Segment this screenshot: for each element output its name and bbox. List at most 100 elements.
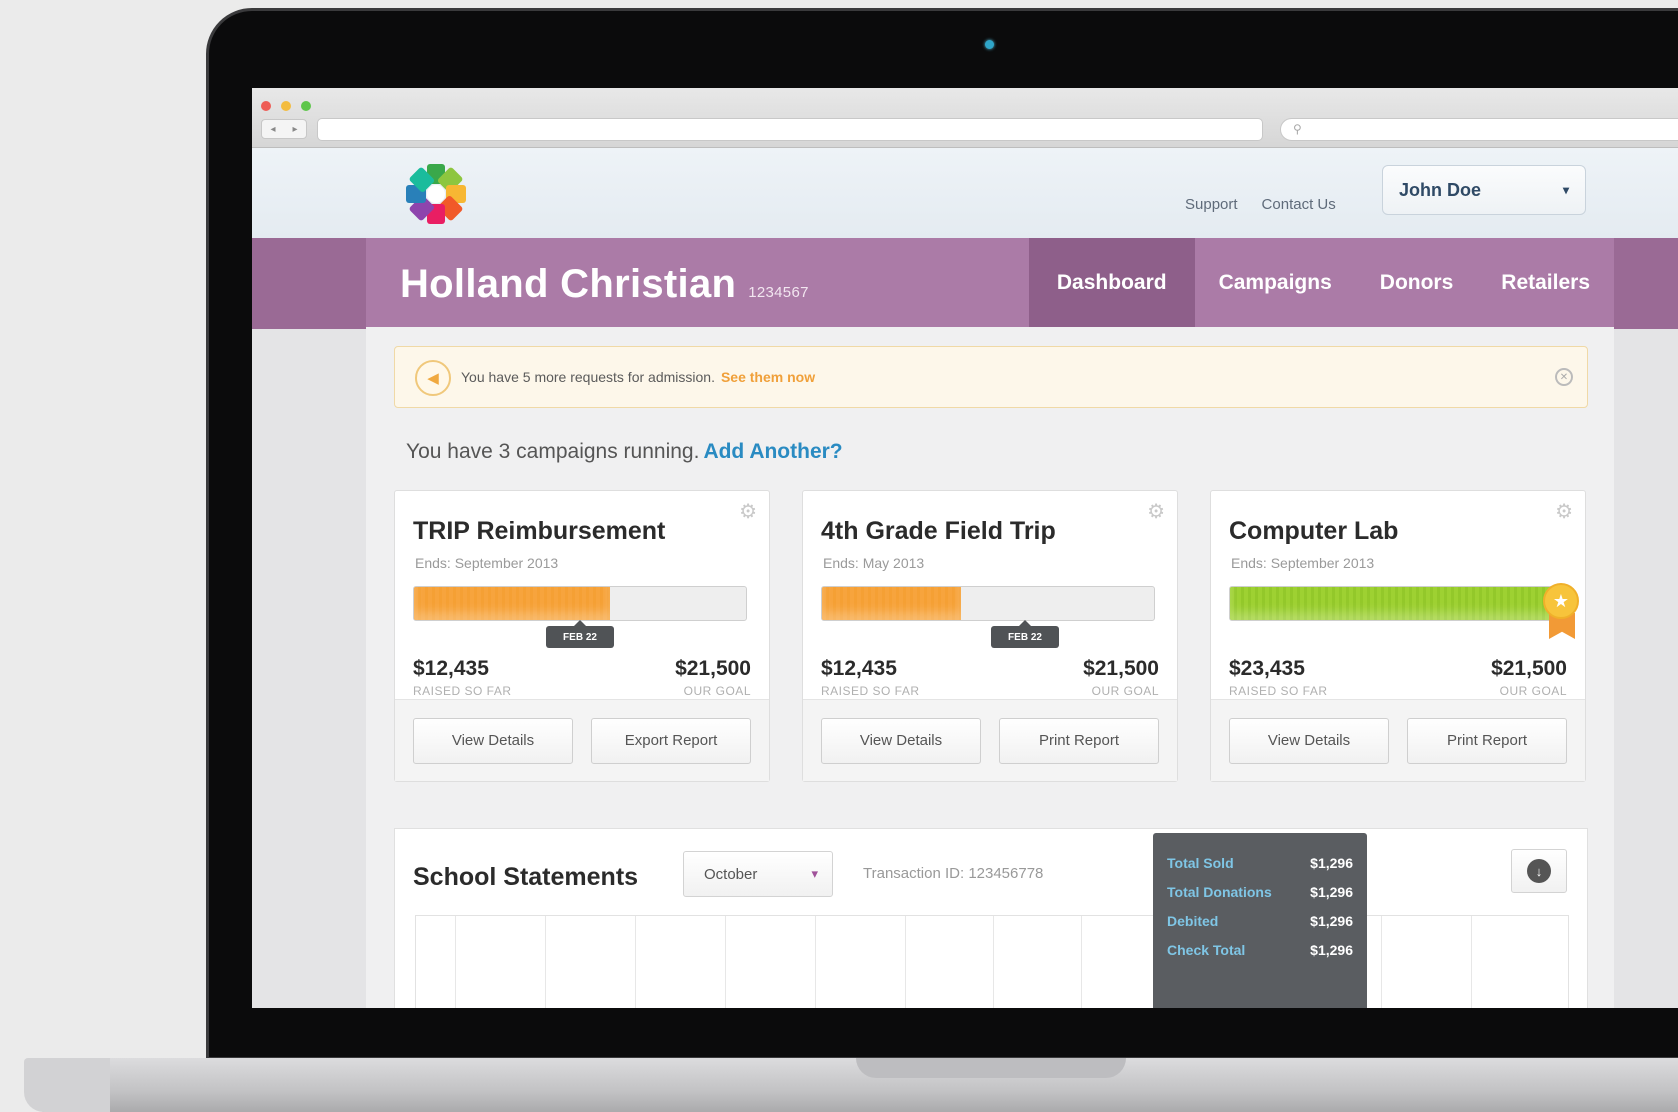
campaign-summary: You have 3 campaigns running. Add Another…	[406, 440, 843, 464]
statements-table	[415, 915, 1569, 1008]
org-title: Holland Christian 1234567	[400, 262, 809, 307]
gear-icon[interactable]: ⚙	[739, 499, 757, 524]
see-them-now-link[interactable]: See them now	[721, 369, 815, 385]
table-column	[636, 916, 726, 1008]
minimize-window-button[interactable]	[281, 101, 291, 111]
dashboard-panel: Holland Christian 1234567 Dashboard Campa…	[366, 238, 1614, 1008]
view-details-button[interactable]: View Details	[1229, 717, 1389, 764]
campaign-title: 4th Grade Field Trip	[821, 517, 1056, 545]
address-bar[interactable]	[317, 118, 1263, 141]
star-badge-icon: ★	[1543, 583, 1579, 619]
totals-label: Check Total	[1167, 942, 1246, 958]
admission-alert: ◀ You have 5 more requests for admission…	[394, 346, 1588, 408]
forward-arrow-icon[interactable]: ▸	[292, 124, 297, 135]
goal-label: OUR GOAL	[1499, 684, 1567, 698]
campaign-end-date: Ends: May 2013	[823, 555, 925, 571]
statements-title: School Statements	[413, 863, 639, 891]
date-marker: FEB 22	[546, 620, 614, 648]
tab-donors[interactable]: Donors	[1356, 238, 1478, 327]
totals-value: $1,296	[1310, 884, 1353, 900]
campaign-title: TRIP Reimbursement	[413, 517, 666, 545]
table-column	[1382, 916, 1472, 1008]
table-column	[816, 916, 906, 1008]
gear-icon[interactable]: ⚙	[1555, 499, 1573, 524]
raised-amount: $23,435	[1229, 657, 1305, 680]
user-name: John Doe	[1399, 179, 1482, 200]
totals-value: $1,296	[1310, 855, 1353, 871]
close-icon[interactable]: ✕	[1555, 368, 1573, 386]
laptop-base	[24, 1058, 1678, 1112]
close-window-button[interactable]	[261, 101, 271, 111]
download-button[interactable]: ↓	[1511, 849, 1567, 893]
totals-label: Total Donations	[1167, 884, 1272, 900]
browser-search-field[interactable]: ⚲	[1280, 118, 1678, 141]
totals-label: Total Sold	[1167, 855, 1234, 871]
add-another-link[interactable]: Add Another?	[703, 440, 842, 463]
header-links: Support Contact Us	[1185, 196, 1336, 213]
tab-dashboard[interactable]: Dashboard	[1028, 238, 1195, 327]
card-actions: View Details Print Report	[1211, 699, 1585, 781]
card-actions: View Details Export Report	[395, 699, 769, 781]
contact-us-link[interactable]: Contact Us	[1262, 196, 1336, 213]
search-icon: ⚲	[1293, 122, 1302, 136]
gear-icon[interactable]: ⚙	[1147, 499, 1165, 524]
back-arrow-icon[interactable]: ◂	[270, 124, 275, 135]
goal-amount: $21,500	[1491, 657, 1567, 680]
progress-fill	[822, 587, 962, 620]
progress-bar	[821, 586, 1155, 621]
campaign-end-date: Ends: September 2013	[415, 555, 559, 571]
table-column	[456, 916, 546, 1008]
chevron-down-icon: ▾	[1562, 183, 1569, 197]
laptop-base-edge	[24, 1058, 110, 1112]
month-select[interactable]: October ▾	[683, 851, 833, 897]
view-details-button[interactable]: View Details	[413, 717, 573, 764]
date-marker: FEB 22	[991, 620, 1059, 648]
print-report-button[interactable]: Print Report	[1407, 717, 1567, 764]
raised-label: RAISED SO FAR	[413, 684, 512, 698]
summary-text: You have 3 campaigns running.	[406, 440, 700, 463]
print-report-button[interactable]: Print Report	[999, 717, 1159, 764]
chevron-down-icon: ▾	[811, 866, 818, 881]
laptop-notch	[856, 1058, 1126, 1078]
goal-label: OUR GOAL	[683, 684, 751, 698]
screen: ◂ ▸ ⚲ Support Contact Us John Doe ▾ Holl…	[252, 88, 1678, 1008]
totals-row: Check Total $1,296	[1167, 942, 1353, 971]
campaign-card: ⚙ 4th Grade Field Trip Ends: May 2013 FE…	[802, 490, 1178, 782]
megaphone-icon: ◀	[415, 360, 451, 396]
campaign-card: ⚙ TRIP Reimbursement Ends: September 201…	[394, 490, 770, 782]
logo[interactable]	[400, 158, 472, 230]
laptop-mockup: ◂ ▸ ⚲ Support Contact Us John Doe ▾ Holl…	[0, 0, 1678, 1112]
tab-campaigns[interactable]: Campaigns	[1195, 238, 1356, 327]
table-column	[994, 916, 1082, 1008]
view-details-button[interactable]: View Details	[821, 717, 981, 764]
user-menu-dropdown[interactable]: John Doe ▾	[1382, 165, 1586, 215]
campaign-title: Computer Lab	[1229, 517, 1399, 545]
maximize-window-button[interactable]	[301, 101, 311, 111]
totals-tooltip: Total Sold $1,296 Total Donations $1,296 D…	[1153, 833, 1367, 1008]
progress-bar	[413, 586, 747, 621]
totals-row: Total Sold $1,296	[1167, 855, 1353, 884]
raised-label: RAISED SO FAR	[821, 684, 920, 698]
export-report-button[interactable]: Export Report	[591, 717, 751, 764]
camera-dot	[985, 40, 994, 49]
tab-retailers[interactable]: Retailers	[1477, 238, 1614, 327]
support-link[interactable]: Support	[1185, 196, 1238, 213]
progress-fill	[414, 587, 610, 620]
progress-bar	[1229, 586, 1563, 621]
back-forward-buttons[interactable]: ◂ ▸	[261, 119, 307, 139]
download-icon: ↓	[1527, 859, 1551, 883]
totals-value: $1,296	[1310, 942, 1353, 958]
goal-amount: $21,500	[675, 657, 751, 680]
org-name: Holland Christian	[400, 262, 737, 306]
table-column	[906, 916, 994, 1008]
table-column	[416, 916, 456, 1008]
browser-toolbar: ◂ ▸ ⚲	[252, 88, 1678, 148]
table-column	[726, 916, 816, 1008]
raised-label: RAISED SO FAR	[1229, 684, 1328, 698]
raised-amount: $12,435	[413, 657, 489, 680]
totals-row: Total Donations $1,296	[1167, 884, 1353, 913]
org-header: Holland Christian 1234567 Dashboard Campa…	[366, 238, 1614, 327]
card-actions: View Details Print Report	[803, 699, 1177, 781]
campaign-card: ⚙ Computer Lab Ends: September 2013 ★ $2…	[1210, 490, 1586, 782]
main-nav: Dashboard Campaigns Donors Retailers	[1028, 238, 1614, 327]
